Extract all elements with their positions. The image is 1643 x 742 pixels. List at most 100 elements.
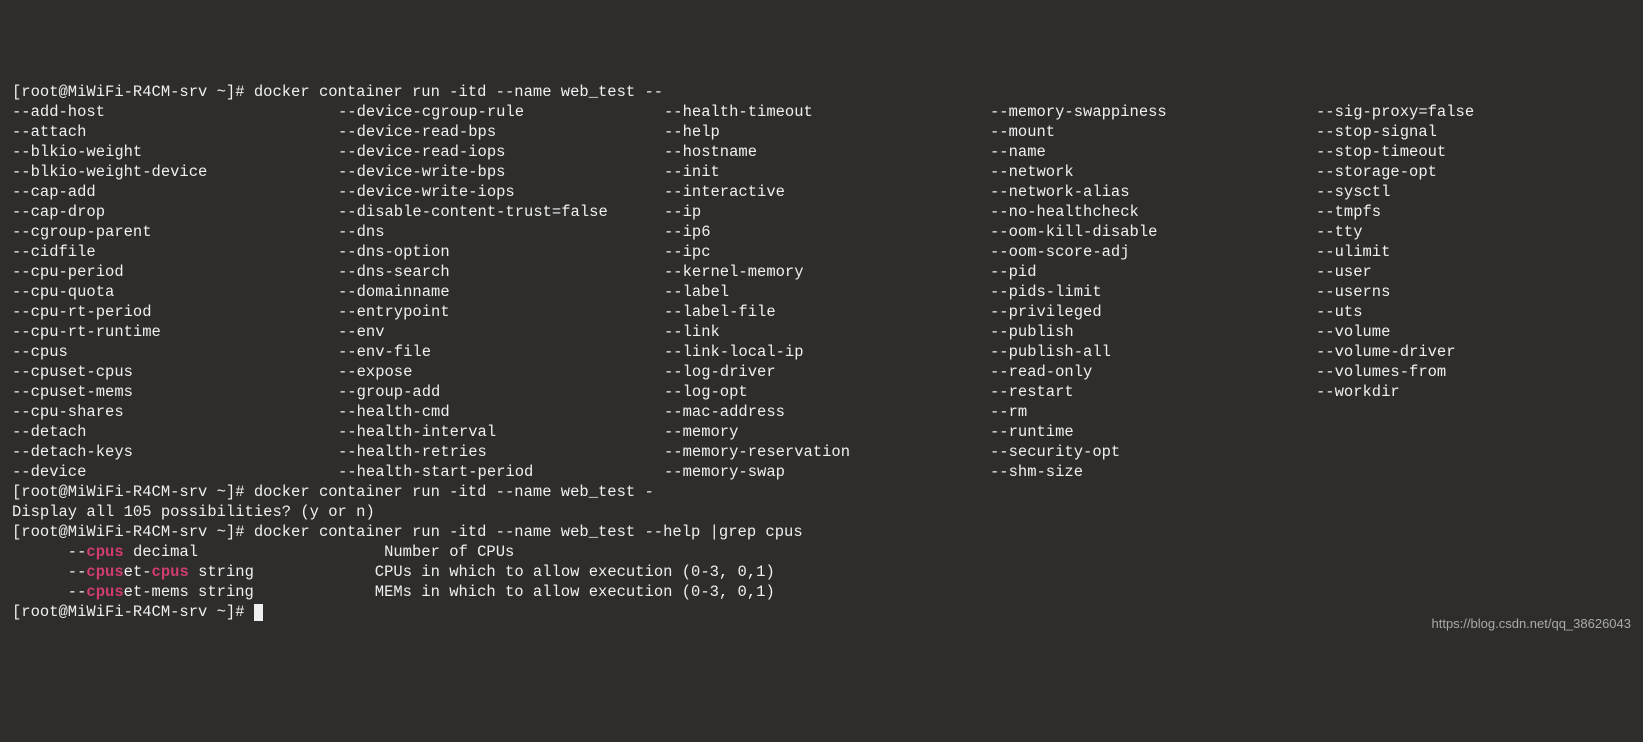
completion-option: --volume bbox=[1316, 322, 1474, 342]
completion-option: --health-retries bbox=[338, 442, 664, 462]
completion-option: --link bbox=[664, 322, 990, 342]
completion-option: --network-alias bbox=[990, 182, 1316, 202]
grep-match: cpus bbox=[86, 543, 123, 561]
completion-option: --ip bbox=[664, 202, 990, 222]
completion-option: --hostname bbox=[664, 142, 990, 162]
completion-option: --tty bbox=[1316, 222, 1474, 242]
prompt-line-2: [root@MiWiFi-R4CM-srv ~]# docker contain… bbox=[12, 483, 654, 501]
help-text: string CPUs in which to allow execution … bbox=[189, 563, 775, 581]
completion-option: --tmpfs bbox=[1316, 202, 1474, 222]
completion-option: --device bbox=[12, 462, 338, 482]
completion-option: --cpus bbox=[12, 342, 338, 362]
completion-option: --sysctl bbox=[1316, 182, 1474, 202]
completion-option: --device-read-bps bbox=[338, 122, 664, 142]
prompt-line-1: [root@MiWiFi-R4CM-srv ~]# docker contain… bbox=[12, 83, 663, 101]
completion-option: --workdir bbox=[1316, 382, 1474, 402]
prompt-line-3: [root@MiWiFi-R4CM-srv ~]# docker contain… bbox=[12, 523, 803, 541]
completion-option: --no-healthcheck bbox=[990, 202, 1316, 222]
completion-option: --detach bbox=[12, 422, 338, 442]
completion-option: --cpu-quota bbox=[12, 282, 338, 302]
completion-option: --detach-keys bbox=[12, 442, 338, 462]
completion-option: --add-host bbox=[12, 102, 338, 122]
completion-option: --stop-signal bbox=[1316, 122, 1474, 142]
grep-match: cpus bbox=[86, 583, 123, 601]
completion-option: --cgroup-parent bbox=[12, 222, 338, 242]
completion-option: --dns-option bbox=[338, 242, 664, 262]
completion-option: --pids-limit bbox=[990, 282, 1316, 302]
completion-option: --domainname bbox=[338, 282, 664, 302]
completion-option: --publish bbox=[990, 322, 1316, 342]
completion-option: --cap-drop bbox=[12, 202, 338, 222]
completion-option: --memory-swap bbox=[664, 462, 990, 482]
completion-option: --cpuset-cpus bbox=[12, 362, 338, 382]
display-all-prompt: Display all 105 possibilities? (y or n) bbox=[12, 503, 375, 521]
cursor bbox=[254, 604, 263, 621]
completion-option: --sig-proxy=false bbox=[1316, 102, 1474, 122]
completion-option: --shm-size bbox=[990, 462, 1316, 482]
completion-option: --blkio-weight bbox=[12, 142, 338, 162]
completion-option: --oom-score-adj bbox=[990, 242, 1316, 262]
help-text: -- bbox=[12, 583, 86, 601]
watermark: https://blog.csdn.net/qq_38626043 bbox=[1432, 614, 1632, 634]
help-text: -- bbox=[12, 543, 86, 561]
terminal-output[interactable]: [root@MiWiFi-R4CM-srv ~]# docker contain… bbox=[12, 82, 1631, 622]
completion-option: --restart bbox=[990, 382, 1316, 402]
help-text: et-mems string MEMs in which to allow ex… bbox=[124, 583, 775, 601]
completion-option: --entrypoint bbox=[338, 302, 664, 322]
completion-option: --log-driver bbox=[664, 362, 990, 382]
completion-option: --group-add bbox=[338, 382, 664, 402]
completion-option: --expose bbox=[338, 362, 664, 382]
options-column-1: --add-host--attach--blkio-weight--blkio-… bbox=[12, 102, 338, 482]
completion-option: --rm bbox=[990, 402, 1316, 422]
shell-prompt: [root@MiWiFi-R4CM-srv ~]# bbox=[12, 603, 254, 621]
completion-option: --volume-driver bbox=[1316, 342, 1474, 362]
completion-option: --dns bbox=[338, 222, 664, 242]
completion-option: --cpuset-mems bbox=[12, 382, 338, 402]
completion-option: --dns-search bbox=[338, 262, 664, 282]
help-text: decimal Number of CPUs bbox=[124, 543, 515, 561]
completion-option: --memory-swappiness bbox=[990, 102, 1316, 122]
completion-option: --pid bbox=[990, 262, 1316, 282]
grep-output-line-2: --cpuset-cpus string CPUs in which to al… bbox=[12, 562, 1631, 582]
completion-option: --link-local-ip bbox=[664, 342, 990, 362]
completion-option: --ipc bbox=[664, 242, 990, 262]
completion-option: --device-write-bps bbox=[338, 162, 664, 182]
completion-option: --env-file bbox=[338, 342, 664, 362]
completion-option: --security-opt bbox=[990, 442, 1316, 462]
completion-option: --init bbox=[664, 162, 990, 182]
help-text: -- bbox=[12, 563, 86, 581]
shell-prompt: [root@MiWiFi-R4CM-srv ~]# bbox=[12, 83, 254, 101]
completion-option: --log-opt bbox=[664, 382, 990, 402]
completion-option: --device-read-iops bbox=[338, 142, 664, 162]
completion-option: --kernel-memory bbox=[664, 262, 990, 282]
command-text: docker container run -itd --name web_tes… bbox=[254, 483, 654, 501]
command-text: docker container run -itd --name web_tes… bbox=[254, 523, 803, 541]
completion-option: --label bbox=[664, 282, 990, 302]
completion-option: --help bbox=[664, 122, 990, 142]
completion-option: --label-file bbox=[664, 302, 990, 322]
completion-option: --health-timeout bbox=[664, 102, 990, 122]
completion-option: --uts bbox=[1316, 302, 1474, 322]
completion-option: --privileged bbox=[990, 302, 1316, 322]
completion-option: --health-start-period bbox=[338, 462, 664, 482]
completion-option: --interactive bbox=[664, 182, 990, 202]
completion-option: --attach bbox=[12, 122, 338, 142]
grep-output-line-1: --cpus decimal Number of CPUs bbox=[12, 542, 1631, 562]
help-text: et- bbox=[124, 563, 152, 581]
completion-option: --mac-address bbox=[664, 402, 990, 422]
shell-prompt: [root@MiWiFi-R4CM-srv ~]# bbox=[12, 483, 254, 501]
shell-prompt: [root@MiWiFi-R4CM-srv ~]# bbox=[12, 523, 254, 541]
completion-option: --cap-add bbox=[12, 182, 338, 202]
completion-option: --memory-reservation bbox=[664, 442, 990, 462]
completion-option: --read-only bbox=[990, 362, 1316, 382]
options-column-2: --device-cgroup-rule--device-read-bps--d… bbox=[338, 102, 664, 482]
completion-option: --health-interval bbox=[338, 422, 664, 442]
completion-option: --stop-timeout bbox=[1316, 142, 1474, 162]
completion-option: --cpu-rt-runtime bbox=[12, 322, 338, 342]
prompt-line-4: [root@MiWiFi-R4CM-srv ~]# bbox=[12, 603, 263, 621]
completion-option: --cpu-rt-period bbox=[12, 302, 338, 322]
options-column-3: --health-timeout--help--hostname--init--… bbox=[664, 102, 990, 482]
completion-option: --device-write-iops bbox=[338, 182, 664, 202]
completion-option: --oom-kill-disable bbox=[990, 222, 1316, 242]
completion-option: --health-cmd bbox=[338, 402, 664, 422]
